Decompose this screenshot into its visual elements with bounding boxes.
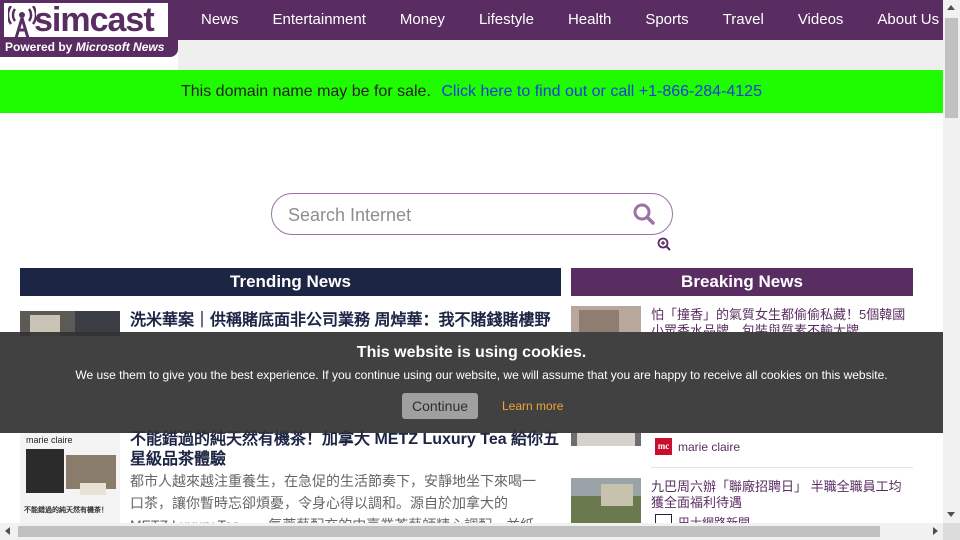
nav-videos[interactable]: Videos [781, 0, 861, 40]
scroll-left-icon[interactable] [5, 527, 10, 535]
breaking-thumbnail[interactable] [571, 478, 641, 523]
breaking-thumbnail[interactable] [571, 433, 641, 446]
powered-prefix: Powered by [5, 40, 73, 54]
source-logo: mc [655, 438, 672, 455]
cookie-banner: This website is using cookies. We use th… [0, 332, 943, 433]
nav-lifestyle[interactable]: Lifestyle [462, 0, 551, 40]
cookie-title: This website is using cookies. [356, 344, 587, 361]
thumb-caption: marie claire [26, 435, 73, 445]
domain-sale-banner: This domain name may be for sale. Click … [0, 70, 943, 113]
vertical-scroll-thumb[interactable] [945, 18, 958, 118]
logo[interactable]: simcast Powered by Microsoft News [0, 0, 178, 57]
powered-by: Powered by Microsoft News [5, 40, 164, 54]
horizontal-scrollbar[interactable] [0, 523, 943, 540]
horizontal-scroll-thumb[interactable] [18, 526, 880, 537]
trending-news-heading: Trending News [20, 268, 561, 296]
radio-tower-icon [8, 6, 36, 38]
thumb-text: 不能錯過的純天然有機茶！ [24, 507, 108, 514]
powered-brand: Microsoft News [75, 40, 165, 54]
main-nav: News Entertainment Money Lifestyle Healt… [184, 0, 943, 40]
article-title[interactable]: 不能錯過的純天然有機茶！加拿大 METZ Luxury Tea 給你五星級品茶體… [130, 430, 561, 470]
logo-background: simcast [4, 1, 168, 39]
nav-news[interactable]: News [184, 0, 256, 40]
source-name: 巴士網路新聞 [678, 516, 751, 523]
article-thumbnail[interactable]: marie claire 不能錯過的純天然有機茶！ [20, 433, 120, 523]
breaking-thumbnail[interactable] [571, 306, 641, 332]
breaking-source: 巴士網路新聞 [655, 514, 750, 523]
header-strip [178, 40, 943, 70]
vertical-scrollbar[interactable] [943, 0, 960, 523]
nav-health[interactable]: Health [551, 0, 628, 40]
article-title[interactable]: 洗米華案｜供稱賭底面非公司業務 周焯華：我不賭錢賭樓野 [130, 311, 561, 332]
search-input[interactable] [286, 202, 620, 228]
continue-button[interactable]: Continue [402, 393, 478, 419]
nav-travel[interactable]: Travel [706, 0, 781, 40]
banner-text: This domain name may be for sale. [181, 83, 431, 100]
source-name: marie claire [678, 439, 741, 454]
search-icon[interactable] [632, 202, 656, 226]
nav-about-us[interactable]: About Us [860, 0, 943, 40]
breaking-source: mc marie claire [655, 438, 740, 455]
logo-text: simcast [34, 1, 155, 39]
zoom-in-icon[interactable] [657, 237, 671, 251]
scrollbar-corner [943, 523, 960, 540]
source-logo [655, 514, 672, 523]
breaking-title[interactable]: 怕「撞香」的氣質女生都偷偷私藏！5個韓國小眾香水品牌，包裝與質素不輸大牌 [651, 307, 913, 332]
cookie-message: We use them to give you the best experie… [75, 368, 888, 382]
scroll-right-icon[interactable] [933, 527, 938, 535]
article-summary: 都市人越來越注重養生，在急促的生活節奏下，安靜地坐下來喝一口茶，讓你暫時忘卻煩憂… [130, 473, 536, 523]
scroll-up-icon[interactable] [947, 5, 955, 10]
divider [651, 467, 913, 468]
nav-entertainment[interactable]: Entertainment [256, 0, 383, 40]
nav-money[interactable]: Money [383, 0, 462, 40]
breaking-news-heading: Breaking News [571, 268, 913, 296]
banner-link[interactable]: Click here to find out or call +1-866-28… [441, 83, 762, 100]
scroll-down-icon[interactable] [947, 512, 955, 517]
search-box [271, 193, 673, 235]
page: simcast Powered by Microsoft News News E… [0, 0, 943, 523]
learn-more-link[interactable]: Learn more [502, 399, 563, 413]
breaking-title[interactable]: 九巴周六辦「聯廠招聘日」 半職全職員工均獲全面福利待遇 [651, 479, 913, 512]
nav-sports[interactable]: Sports [628, 0, 705, 40]
